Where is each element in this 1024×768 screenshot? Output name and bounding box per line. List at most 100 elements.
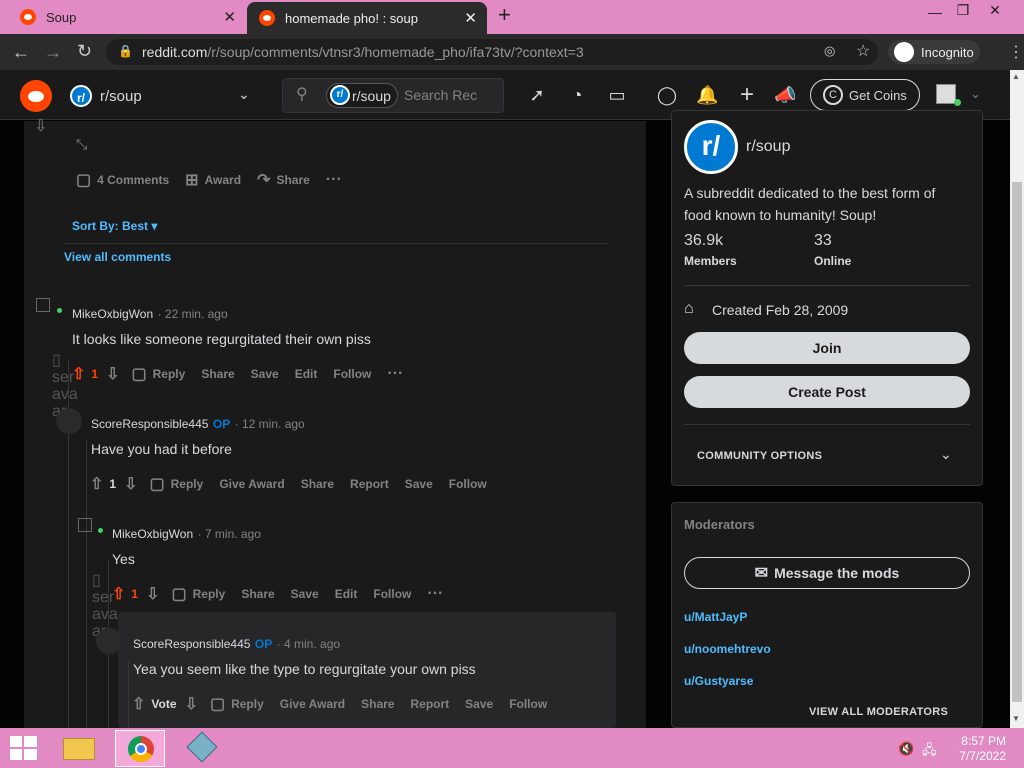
follow-button[interactable]: Follow — [449, 477, 487, 491]
community-name[interactable]: r/soup — [746, 138, 790, 156]
search-input[interactable]: Search Rec — [404, 87, 477, 103]
save-button[interactable]: Save — [291, 587, 319, 601]
give-award-button[interactable]: Give Award — [280, 697, 345, 711]
edit-button[interactable]: Edit — [295, 367, 318, 381]
window-close-icon[interactable]: ✕ — [980, 2, 1010, 22]
chevron-down-icon[interactable]: ⌄ — [940, 446, 952, 463]
upvote-icon[interactable]: ⇧ — [132, 694, 145, 714]
url-text[interactable]: reddit.com/r/soup/comments/vtnsr3/homema… — [142, 44, 584, 60]
tab-homemade-pho[interactable]: homemade pho! : soup ✕ — [247, 2, 487, 34]
avatar[interactable] — [78, 518, 92, 532]
community-options-toggle[interactable]: COMMUNITY OPTIONS — [697, 450, 822, 462]
share-button[interactable]: Share — [201, 367, 234, 381]
app-cube-icon[interactable] — [177, 730, 227, 767]
reply-button[interactable]: Reply — [193, 587, 226, 601]
get-coins-button[interactable]: C Get Coins — [810, 79, 920, 111]
create-post-button[interactable]: Create Post — [684, 376, 970, 408]
follow-button[interactable]: Follow — [509, 697, 547, 711]
thread-line[interactable] — [86, 440, 87, 728]
save-button[interactable]: Save — [251, 367, 279, 381]
stats-icon[interactable]: ◔ — [566, 84, 588, 106]
subreddit-icon[interactable]: r/ — [684, 120, 738, 174]
expand-icon[interactable]: ⤡ — [76, 136, 87, 153]
follow-button[interactable]: Follow — [373, 587, 411, 601]
save-button[interactable]: Save — [405, 477, 433, 491]
follow-button[interactable]: Follow — [333, 367, 371, 381]
share-button[interactable]: Share — [361, 697, 394, 711]
comments-count[interactable]: 4 Comments — [97, 173, 169, 187]
avatar[interactable] — [36, 298, 50, 312]
forward-arrow-icon[interactable]: → — [44, 42, 62, 63]
sort-dropdown[interactable]: Sort By: Best ▾ — [72, 219, 157, 233]
comment-author[interactable]: ScoreResponsible445 — [133, 637, 250, 651]
share-button[interactable]: Share — [241, 587, 274, 601]
scroll-down-icon[interactable]: ▼ — [1012, 714, 1020, 723]
avatar[interactable] — [56, 408, 82, 434]
chat-icon[interactable]: ◯ — [656, 84, 678, 106]
taskbar-clock[interactable]: 8:57 PM 7/7/2022 — [946, 734, 1006, 764]
reddit-logo-icon[interactable] — [20, 80, 52, 112]
video-icon[interactable]: ▭ — [606, 84, 628, 106]
speaker-muted-icon[interactable]: 🔇 — [898, 741, 914, 757]
close-tab-icon[interactable]: ✕ — [223, 8, 236, 26]
report-button[interactable]: Report — [350, 477, 389, 491]
scrollbar-thumb[interactable] — [1012, 182, 1022, 702]
report-button[interactable]: Report — [410, 697, 449, 711]
upvote-icon[interactable]: ⇧ — [72, 364, 85, 384]
scroll-up-icon[interactable]: ▲ — [1012, 72, 1020, 81]
save-button[interactable]: Save — [465, 697, 493, 711]
downvote-icon[interactable]: ⇩ — [34, 116, 47, 136]
minimize-icon[interactable]: — — [920, 4, 950, 24]
award-button[interactable]: Award — [205, 173, 241, 187]
megaphone-icon[interactable]: 📣 — [774, 84, 796, 106]
restore-icon[interactable]: ❐ — [948, 2, 978, 22]
message-mods-button[interactable]: ✉ Message the mods — [684, 557, 970, 589]
user-menu-chevron-icon[interactable]: ⌄ — [970, 86, 981, 102]
new-tab-plus-icon[interactable]: + — [498, 2, 511, 28]
comment-author[interactable]: ScoreResponsible445 — [91, 417, 208, 431]
star-bookmark-icon[interactable]: ☆ — [856, 41, 870, 61]
incognito-badge[interactable]: Incognito — [888, 40, 980, 64]
more-options-icon[interactable]: ··· — [387, 365, 403, 383]
moderator-link[interactable]: u/Gustyarse — [684, 674, 753, 688]
give-award-button[interactable]: Give Award — [219, 477, 284, 491]
downvote-icon[interactable]: ⇩ — [124, 474, 137, 494]
comment-time[interactable]: · 22 min. ago — [158, 307, 228, 321]
more-options-icon[interactable]: ··· — [427, 585, 443, 603]
comment-author[interactable]: MikeOxbigWon — [72, 307, 153, 321]
avatar[interactable] — [96, 628, 122, 654]
comment-time[interactable]: · 4 min. ago — [277, 637, 340, 651]
reply-button[interactable]: Reply — [153, 367, 186, 381]
chrome-icon[interactable] — [115, 730, 165, 767]
downvote-icon[interactable]: ⇩ — [106, 364, 119, 384]
bell-icon[interactable]: 🔔 — [696, 84, 718, 106]
share-button[interactable]: Share — [301, 477, 334, 491]
popular-arrow-icon[interactable]: ➚ — [526, 84, 548, 106]
join-button[interactable]: Join — [684, 332, 970, 364]
moderator-link[interactable]: u/MattJayP — [684, 610, 747, 624]
tab-soup[interactable]: Soup ✕ — [0, 0, 246, 34]
comment-time[interactable]: · 7 min. ago — [198, 527, 261, 541]
file-explorer-icon[interactable] — [54, 730, 104, 767]
upvote-icon[interactable]: ⇧ — [112, 584, 125, 604]
comment-author[interactable]: MikeOxbigWon — [112, 527, 193, 541]
comment-time[interactable]: · 12 min. ago — [235, 417, 305, 431]
create-post-plus-icon[interactable]: + — [736, 83, 758, 107]
community-dropdown-label[interactable]: r/soup — [100, 88, 142, 105]
close-tab-icon[interactable]: ✕ — [464, 9, 477, 27]
view-all-moderators-link[interactable]: VIEW ALL MODERATORS — [809, 706, 948, 718]
reload-icon[interactable]: ↻ — [77, 41, 92, 62]
thread-line[interactable] — [128, 660, 129, 728]
more-options-icon[interactable]: ··· — [326, 171, 342, 189]
browser-menu-icon[interactable]: ⋮ — [1008, 42, 1024, 62]
share-button[interactable]: Share — [276, 173, 309, 187]
edit-button[interactable]: Edit — [335, 587, 358, 601]
reply-button[interactable]: Reply — [231, 697, 264, 711]
downvote-icon[interactable]: ⇩ — [146, 584, 159, 604]
downvote-icon[interactable]: ⇩ — [185, 694, 198, 714]
avatar[interactable] — [936, 84, 956, 104]
reply-button[interactable]: Reply — [171, 477, 204, 491]
chevron-down-icon[interactable]: ⌄ — [238, 86, 250, 103]
upvote-icon[interactable]: ⇧ — [90, 474, 103, 494]
eye-slash-icon[interactable]: ◎ — [824, 43, 835, 59]
